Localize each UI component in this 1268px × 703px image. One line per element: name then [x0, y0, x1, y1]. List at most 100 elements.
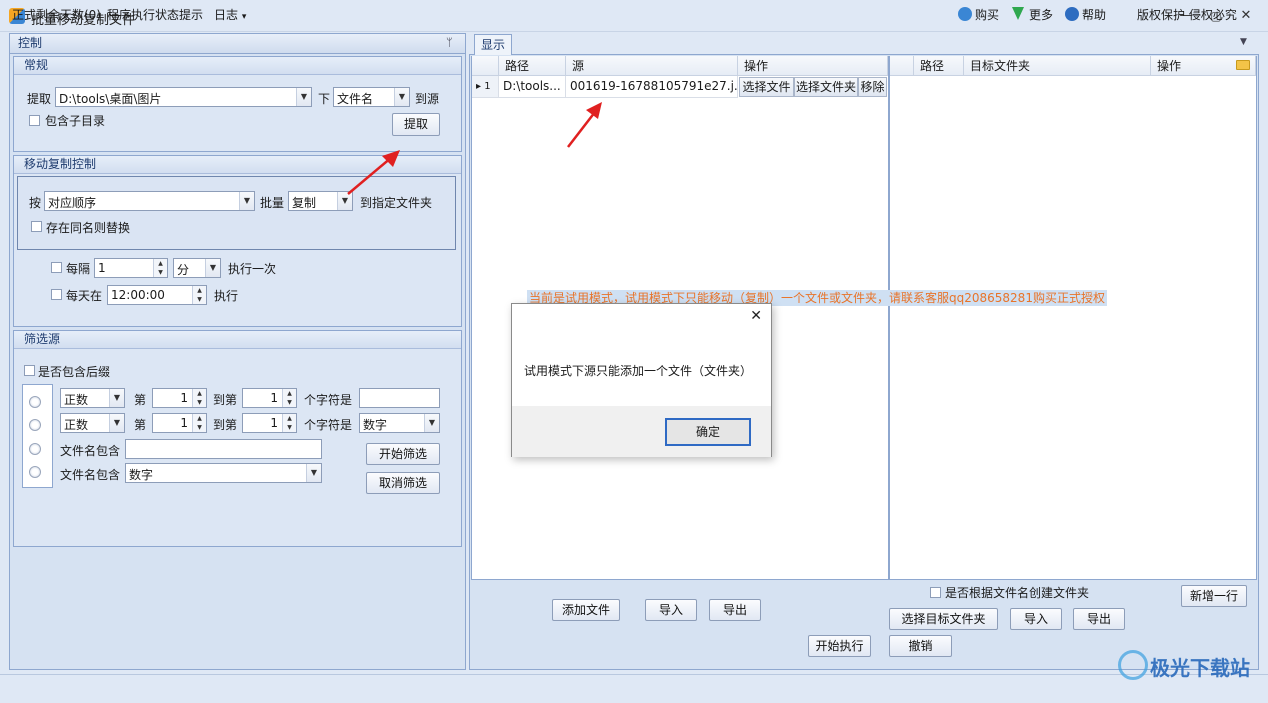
help-link[interactable]: 帮助: [1082, 6, 1106, 23]
row2-value-combo[interactable]: 数字 ▼: [359, 413, 440, 433]
row2-from-spinner[interactable]: 1 ▲ ▼: [152, 413, 207, 433]
by-label: 按: [29, 196, 42, 210]
col-header-source[interactable]: 源: [566, 56, 738, 76]
chevron-down-icon[interactable]: ▼: [239, 192, 254, 210]
panel-menu-icon[interactable]: ▼: [1240, 37, 1247, 47]
undo-button[interactable]: 撤销: [889, 635, 952, 657]
row1-di-label: 第: [134, 393, 147, 407]
row1-value-input[interactable]: [359, 388, 440, 408]
spinner-arrows-icon[interactable]: ▲ ▼: [192, 414, 206, 432]
tab-display[interactable]: 显示: [474, 34, 512, 55]
dialog-ok-button[interactable]: 确定: [665, 418, 751, 446]
col-header-path[interactable]: 路径: [499, 56, 566, 76]
select-folder-button[interactable]: 选择文件夹: [794, 77, 858, 97]
name-contains-label-1: 文件名包含: [60, 444, 121, 458]
select-target-folder-button[interactable]: 选择目标文件夹: [889, 608, 998, 630]
spinner-arrows-icon[interactable]: ▲ ▼: [282, 414, 296, 432]
cart-icon: [958, 7, 972, 21]
spinner-arrows-icon[interactable]: ▲ ▼: [282, 389, 296, 407]
dialog-close-button[interactable]: ✕: [750, 308, 762, 324]
pin-icon[interactable]: ᛘ: [446, 36, 453, 49]
table-row-header[interactable]: ▸ 1: [472, 76, 499, 98]
include-subdir-label: 包含子目录: [45, 114, 106, 128]
current-row-icon: ▸: [476, 81, 482, 92]
daily-time-spinner[interactable]: 12:00:00 ▲ ▼: [107, 285, 207, 305]
name-contains-combo[interactable]: 数字 ▼: [125, 463, 322, 483]
include-subdir-checkbox[interactable]: [29, 115, 40, 126]
row1-to-spinner[interactable]: 1 ▲ ▼: [242, 388, 297, 408]
extract-type-combo[interactable]: 文件名 ▼: [333, 87, 410, 107]
start-execute-button[interactable]: 开始执行: [808, 635, 871, 657]
spinner-arrows-icon[interactable]: ▲ ▼: [153, 259, 167, 277]
filter-radio-4[interactable]: [29, 466, 41, 478]
more-link[interactable]: 更多: [1029, 6, 1053, 23]
replace-same-label: 存在同名则替换: [46, 221, 131, 235]
row2-type-combo[interactable]: 正数 ▼: [60, 413, 125, 433]
daily-checkbox[interactable]: [51, 289, 62, 300]
filter-radio-3[interactable]: [29, 443, 41, 455]
create-by-name-label: 是否根据文件名创建文件夹: [945, 586, 1090, 600]
select-file-button[interactable]: 选择文件: [739, 77, 794, 97]
arrow-down-icon: [1012, 7, 1024, 20]
every-checkbox[interactable]: [51, 262, 62, 273]
filter-radio-2[interactable]: [29, 419, 41, 431]
chevron-down-icon[interactable]: ▼: [205, 259, 220, 277]
row1-type-combo[interactable]: 正数 ▼: [60, 388, 125, 408]
close-button[interactable]: ✕: [1234, 6, 1258, 26]
row2-value: 数字: [363, 418, 388, 432]
target-col-header-path[interactable]: 路径: [914, 56, 964, 76]
row2-type-value: 正数: [64, 418, 89, 432]
chevron-down-icon[interactable]: ▼: [296, 88, 311, 106]
help-icon: [1065, 7, 1079, 21]
replace-same-checkbox[interactable]: [31, 221, 42, 232]
row1-to-value: 1: [270, 391, 278, 405]
source-path-value: D:\tools\桌面\图片: [59, 92, 162, 106]
general-group-header: 常规: [14, 57, 461, 75]
chevron-down-icon[interactable]: ▼: [109, 389, 124, 407]
buy-link[interactable]: 购买: [975, 6, 999, 23]
chevron-down-icon: ▾: [241, 12, 247, 22]
watermark-logo-icon: [1118, 650, 1148, 680]
add-file-button[interactable]: 添加文件: [552, 599, 620, 621]
spinner-arrows-icon[interactable]: ▲ ▼: [192, 286, 206, 304]
interval-spinner[interactable]: 1 ▲ ▼: [94, 258, 168, 278]
import-target-button[interactable]: 导入: [1010, 608, 1062, 630]
spinner-arrows-icon[interactable]: ▲ ▼: [192, 389, 206, 407]
filter-radio-1[interactable]: [29, 396, 41, 408]
mode-value: 复制: [292, 196, 317, 210]
chevron-down-icon[interactable]: ▼: [109, 414, 124, 432]
chevron-down-icon[interactable]: ▼: [306, 464, 321, 482]
annotation-arrow-1: [347, 150, 400, 195]
include-ext-checkbox[interactable]: [24, 365, 35, 376]
row2-from-value: 1: [180, 416, 188, 430]
unit-combo[interactable]: 分 ▼: [173, 258, 221, 278]
name-contains-input[interactable]: [125, 439, 322, 459]
dialog-message: 试用模式下源只能添加一个文件（文件夹）: [524, 364, 753, 378]
log-menu[interactable]: 日志 ▾: [214, 6, 246, 23]
chevron-down-icon[interactable]: ▼: [424, 414, 439, 432]
cancel-filter-button[interactable]: 取消筛选: [366, 472, 440, 494]
source-path-combo[interactable]: D:\tools\桌面\图片 ▼: [55, 87, 312, 107]
extract-button[interactable]: 提取: [392, 113, 440, 136]
export-source-button[interactable]: 导出: [709, 599, 761, 621]
import-source-button[interactable]: 导入: [645, 599, 697, 621]
include-ext-label: 是否包含后缀: [38, 365, 111, 379]
row2-to-spinner[interactable]: 1 ▲ ▼: [242, 413, 297, 433]
control-panel-title: 控制: [18, 36, 43, 50]
export-target-button[interactable]: 导出: [1073, 608, 1125, 630]
target-col-header-folder[interactable]: 目标文件夹: [964, 56, 1151, 76]
extract-label: 提取: [27, 92, 52, 106]
start-filter-button[interactable]: 开始筛选: [366, 443, 440, 465]
chevron-down-icon[interactable]: ▼: [394, 88, 409, 106]
order-combo[interactable]: 对应顺序 ▼: [44, 191, 255, 211]
status-bar: [0, 674, 1268, 703]
row1-from-value: 1: [180, 391, 188, 405]
folder-icon[interactable]: [1236, 60, 1250, 70]
remove-button[interactable]: 移除: [858, 77, 887, 97]
add-row-button[interactable]: 新增一行: [1181, 585, 1247, 607]
row1-from-spinner[interactable]: 1 ▲ ▼: [152, 388, 207, 408]
row-header-corner: [472, 56, 499, 76]
create-by-name-checkbox[interactable]: [930, 587, 941, 598]
annotation-arrow-2: [567, 102, 602, 148]
col-header-action[interactable]: 操作: [738, 56, 888, 76]
